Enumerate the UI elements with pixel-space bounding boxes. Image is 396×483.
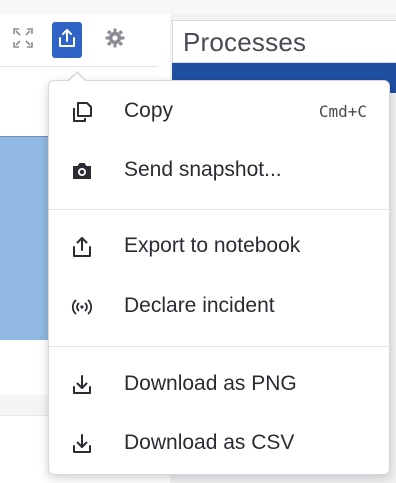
menu-item-label: Declare incident bbox=[124, 294, 275, 317]
share-menu: Copy Cmd+C Send snapshot... Export to no… bbox=[48, 80, 390, 475]
menu-item-send-snapshot[interactable]: Send snapshot... bbox=[49, 143, 389, 199]
settings-button[interactable] bbox=[100, 22, 130, 58]
menu-item-copy[interactable]: Copy Cmd+C bbox=[49, 84, 389, 140]
menu-item-declare-incident[interactable]: Declare incident bbox=[49, 279, 389, 335]
menu-caret-fill bbox=[68, 73, 86, 82]
share-button[interactable] bbox=[52, 22, 82, 58]
camera-icon bbox=[68, 157, 96, 185]
menu-item-label: Download as CSV bbox=[124, 431, 295, 454]
top-strip bbox=[0, 0, 396, 14]
share-icon bbox=[56, 27, 78, 54]
download-icon bbox=[68, 430, 96, 458]
menu-item-label: Send snapshot... bbox=[124, 158, 282, 181]
expand-icon bbox=[12, 27, 34, 54]
menu-item-shortcut: Cmd+C bbox=[318, 102, 367, 121]
menu-divider bbox=[49, 209, 389, 210]
menu-item-label: Download as PNG bbox=[124, 372, 297, 395]
panel-title: Processes bbox=[183, 27, 307, 57]
menu-item-label: Copy bbox=[124, 99, 174, 122]
expand-button[interactable] bbox=[8, 22, 38, 58]
download-icon bbox=[68, 371, 96, 399]
menu-item-label: Export to notebook bbox=[124, 234, 301, 257]
incident-icon bbox=[68, 293, 96, 321]
menu-item-download-png[interactable]: Download as PNG bbox=[49, 357, 389, 413]
processes-header: Processes bbox=[172, 20, 396, 63]
export-icon bbox=[68, 233, 96, 261]
gear-icon bbox=[104, 27, 126, 54]
menu-item-download-csv[interactable]: Download as CSV bbox=[49, 416, 389, 472]
menu-divider bbox=[49, 346, 389, 347]
menu-item-export-notebook[interactable]: Export to notebook bbox=[49, 219, 389, 275]
copy-icon bbox=[68, 98, 96, 126]
